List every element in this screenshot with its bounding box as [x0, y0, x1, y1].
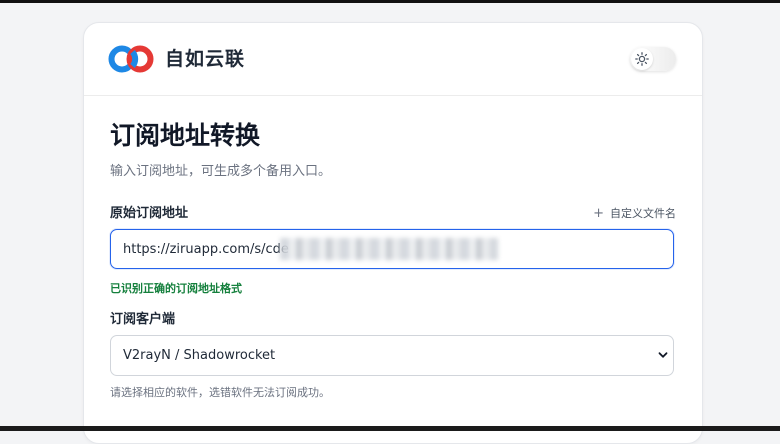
- theme-toggle[interactable]: [630, 47, 676, 71]
- card-header: 自如云联: [84, 23, 702, 96]
- redacted-url-mask: [280, 238, 498, 260]
- custom-filename-label: 自定义文件名: [610, 207, 676, 220]
- page-title: 订阅地址转换: [110, 121, 261, 150]
- client-select-hint: 请选择相应的软件，选错软件无法订阅成功。: [110, 386, 330, 399]
- converter-card: 自如云联 订阅地址转换 输入订阅地址，可生成多个备用入口。 原始订阅地址 + 自…: [83, 22, 703, 444]
- window-top-edge: [0, 0, 780, 3]
- page-subtitle: 输入订阅地址，可生成多个备用入口。: [110, 164, 332, 179]
- linked-rings-logo-icon: [108, 45, 154, 73]
- plus-icon: +: [593, 206, 604, 221]
- window-bottom-edge: [0, 426, 780, 431]
- theme-toggle-knob: [631, 48, 653, 70]
- url-validation-message: 已识别正确的订阅地址格式: [110, 282, 242, 295]
- sun-icon: [635, 52, 649, 66]
- url-field-label: 原始订阅地址: [110, 206, 189, 221]
- brand-name: 自如云联: [165, 48, 246, 70]
- client-field-label: 订阅客户端: [110, 312, 176, 327]
- client-select[interactable]: V2rayN / Shadowrocket: [110, 335, 674, 376]
- custom-filename-button[interactable]: + 自定义文件名: [593, 206, 676, 222]
